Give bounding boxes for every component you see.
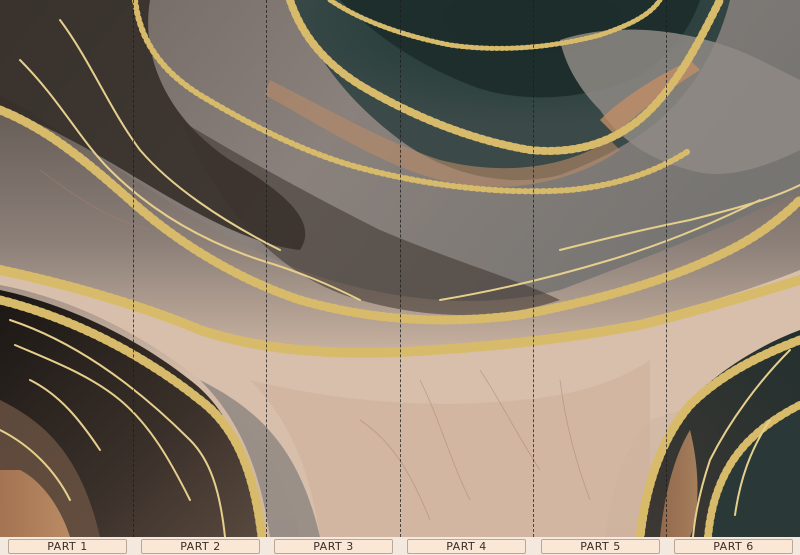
panel-label-part-3: PART 3: [274, 539, 393, 554]
panel-label-part-5: PART 5: [541, 539, 660, 554]
panel-seam: [133, 0, 134, 537]
panel-label-part-6: PART 6: [674, 539, 793, 554]
panel-label-part-2: PART 2: [141, 539, 260, 554]
panel-seam: [400, 0, 401, 537]
panel-label-part-4: PART 4: [407, 539, 526, 554]
panel-label-strip: PART 1 PART 2 PART 3 PART 4 PART 5 PART …: [0, 537, 800, 555]
panel-seam: [266, 0, 267, 537]
wallpaper-mural-preview: PART 1 PART 2 PART 3 PART 4 PART 5 PART …: [0, 0, 800, 555]
panel-seam: [666, 0, 667, 537]
panel-seam: [533, 0, 534, 537]
panel-label-part-1: PART 1: [8, 539, 127, 554]
